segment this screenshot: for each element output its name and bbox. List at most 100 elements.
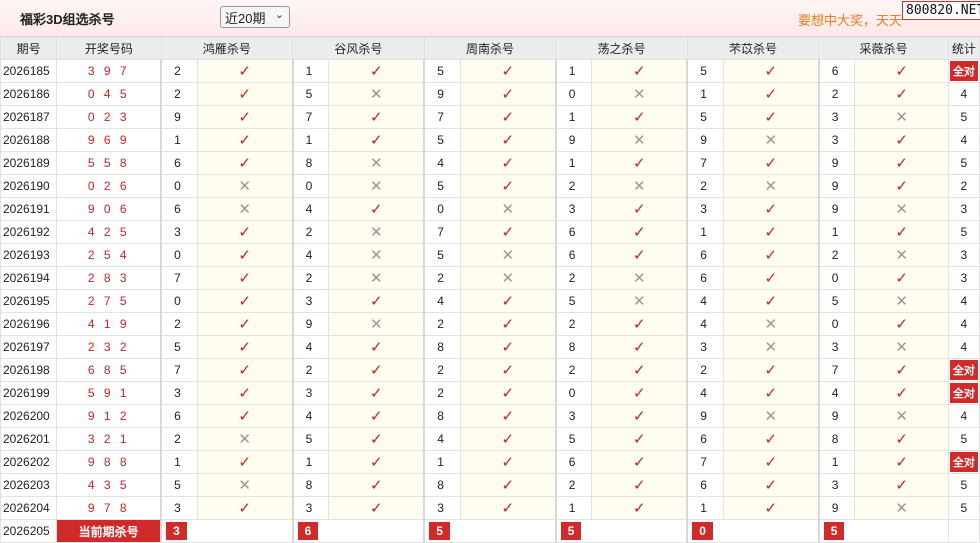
kill-number-cell: 4 [686, 312, 724, 336]
cross-icon: ✕ [722, 312, 820, 336]
stat-cell: 2 [947, 174, 980, 198]
issue-cell: 2026190 [0, 174, 58, 198]
check-icon: ✓ [722, 243, 820, 267]
draw-numbers-cell: 3 2 1 [56, 427, 162, 451]
kill-number-cell: 5 [291, 427, 330, 451]
stat-cell: 4 [947, 404, 980, 428]
kill-number-cell: 8 [554, 335, 593, 359]
stat-cell: 4 [947, 312, 980, 336]
kill-number-cell: 3 [817, 105, 856, 129]
kill-number-cell: 3 [423, 496, 461, 520]
check-icon: ✓ [328, 450, 425, 474]
check-icon: ✓ [854, 151, 949, 175]
kill-number-cell: 1 [686, 82, 724, 106]
check-icon: ✓ [328, 496, 425, 520]
current-kill-number: 5 [560, 522, 582, 540]
table-header-row: 期号 开奖号码 鸿雁杀号 谷风杀号 周南杀号 荡之杀号 芣苡杀号 采薇杀号 统计 [0, 37, 980, 60]
cross-icon: ✕ [196, 197, 294, 221]
stat-cell: 5 [947, 427, 980, 451]
col-stat-header: 统计 [947, 37, 980, 60]
current-kill-number: 6 [297, 522, 319, 540]
check-icon: ✓ [328, 197, 425, 221]
current-kill-cell: 5 [817, 519, 949, 543]
kill-number-cell: 1 [160, 450, 198, 474]
check-icon: ✓ [854, 450, 949, 474]
kill-number-cell: 9 [291, 312, 330, 336]
cross-icon: ✕ [459, 243, 557, 267]
cross-icon: ✕ [196, 174, 294, 198]
kill-number-cell: 5 [686, 105, 724, 129]
kill-number-cell: 1 [423, 450, 461, 474]
check-icon: ✓ [196, 312, 294, 336]
check-icon: ✓ [854, 59, 949, 83]
issue-cell: 2026197 [0, 335, 58, 359]
kill-number-cell: 1 [817, 220, 856, 244]
check-icon: ✓ [196, 450, 294, 474]
issue-cell: 2026198 [0, 358, 58, 382]
kill-number-cell: 5 [423, 174, 461, 198]
table-row: 2026197 2 3 2 5 ✓ 4 ✓ 8 ✓ 8 ✓ 3 ✕ 3 ✕ 4 [0, 335, 980, 359]
kill-number-cell: 1 [291, 450, 330, 474]
kill-number-cell: 0 [554, 82, 593, 106]
check-icon: ✓ [328, 381, 425, 405]
table-row: 2026191 9 0 6 6 ✕ 4 ✓ 0 ✕ 3 ✓ 3 ✓ 9 ✕ 3 [0, 197, 980, 221]
check-icon: ✓ [591, 243, 688, 267]
issue-cell: 2026193 [0, 243, 58, 267]
current-kill-label: 当前期杀号 [56, 519, 162, 543]
check-icon: ✓ [722, 450, 820, 474]
check-icon: ✓ [854, 220, 949, 244]
cross-icon: ✕ [722, 404, 820, 428]
check-icon: ✓ [591, 312, 688, 336]
cross-icon: ✕ [722, 335, 820, 359]
stat-cell: 4 [947, 128, 980, 152]
kill-number-cell: 3 [291, 289, 330, 313]
cross-icon: ✕ [328, 82, 425, 106]
kill-number-cell: 4 [686, 289, 724, 313]
draw-numbers-cell: 6 8 5 [56, 358, 162, 382]
kill-number-cell: 1 [554, 151, 593, 175]
kill-number-cell: 2 [423, 312, 461, 336]
table-row: 2026198 6 8 5 7 ✓ 2 ✓ 2 ✓ 2 ✓ 2 ✓ 7 ✓ 全对 [0, 358, 980, 382]
kill-number-cell: 1 [817, 450, 856, 474]
kill-number-cell: 9 [817, 496, 856, 520]
kill-number-cell: 2 [291, 266, 330, 290]
check-icon: ✓ [591, 381, 688, 405]
kill-number-cell: 1 [554, 59, 593, 83]
cross-icon: ✕ [854, 197, 949, 221]
check-icon: ✓ [196, 82, 294, 106]
cross-icon: ✕ [328, 266, 425, 290]
check-icon: ✓ [854, 312, 949, 336]
cross-icon: ✕ [854, 404, 949, 428]
kill-number-table: 期号 开奖号码 鸿雁杀号 谷风杀号 周南杀号 荡之杀号 芣苡杀号 采薇杀号 统计… [0, 37, 980, 543]
chevron-down-icon: ⌄ [274, 9, 284, 21]
check-icon: ✓ [196, 105, 294, 129]
col-expert-header: 芣苡杀号 [686, 37, 820, 60]
cross-icon: ✕ [854, 496, 949, 520]
issue-cell: 2026191 [0, 197, 58, 221]
kill-number-cell: 0 [160, 289, 198, 313]
current-kill-cell: 3 [160, 519, 294, 543]
period-select[interactable]: 近20期 ⌄ [220, 6, 290, 28]
draw-numbers-cell: 2 5 4 [56, 243, 162, 267]
promo-link[interactable]: 要想中大奖，天天 [798, 10, 902, 29]
table-row: 2026196 4 1 9 2 ✓ 9 ✕ 2 ✓ 2 ✓ 4 ✕ 0 ✓ 4 [0, 312, 980, 336]
check-icon: ✓ [591, 197, 688, 221]
check-icon: ✓ [196, 151, 294, 175]
kill-number-cell: 6 [686, 473, 724, 497]
check-icon: ✓ [722, 289, 820, 313]
kill-number-cell: 5 [554, 289, 593, 313]
table-row: 2026188 9 6 9 1 ✓ 1 ✓ 5 ✓ 9 ✕ 9 ✕ 3 ✓ 4 [0, 128, 980, 152]
draw-numbers-cell: 0 2 6 [56, 174, 162, 198]
kill-number-cell: 4 [686, 381, 724, 405]
check-icon: ✓ [722, 151, 820, 175]
kill-number-cell: 3 [554, 197, 593, 221]
cross-icon: ✕ [722, 128, 820, 152]
kill-number-cell: 9 [423, 82, 461, 106]
issue-cell: 2026202 [0, 450, 58, 474]
kill-number-cell: 7 [817, 358, 856, 382]
check-icon: ✓ [722, 220, 820, 244]
kill-number-cell: 0 [817, 312, 856, 336]
kill-number-cell: 2 [291, 220, 330, 244]
check-icon: ✓ [459, 312, 557, 336]
kill-number-cell: 4 [423, 427, 461, 451]
